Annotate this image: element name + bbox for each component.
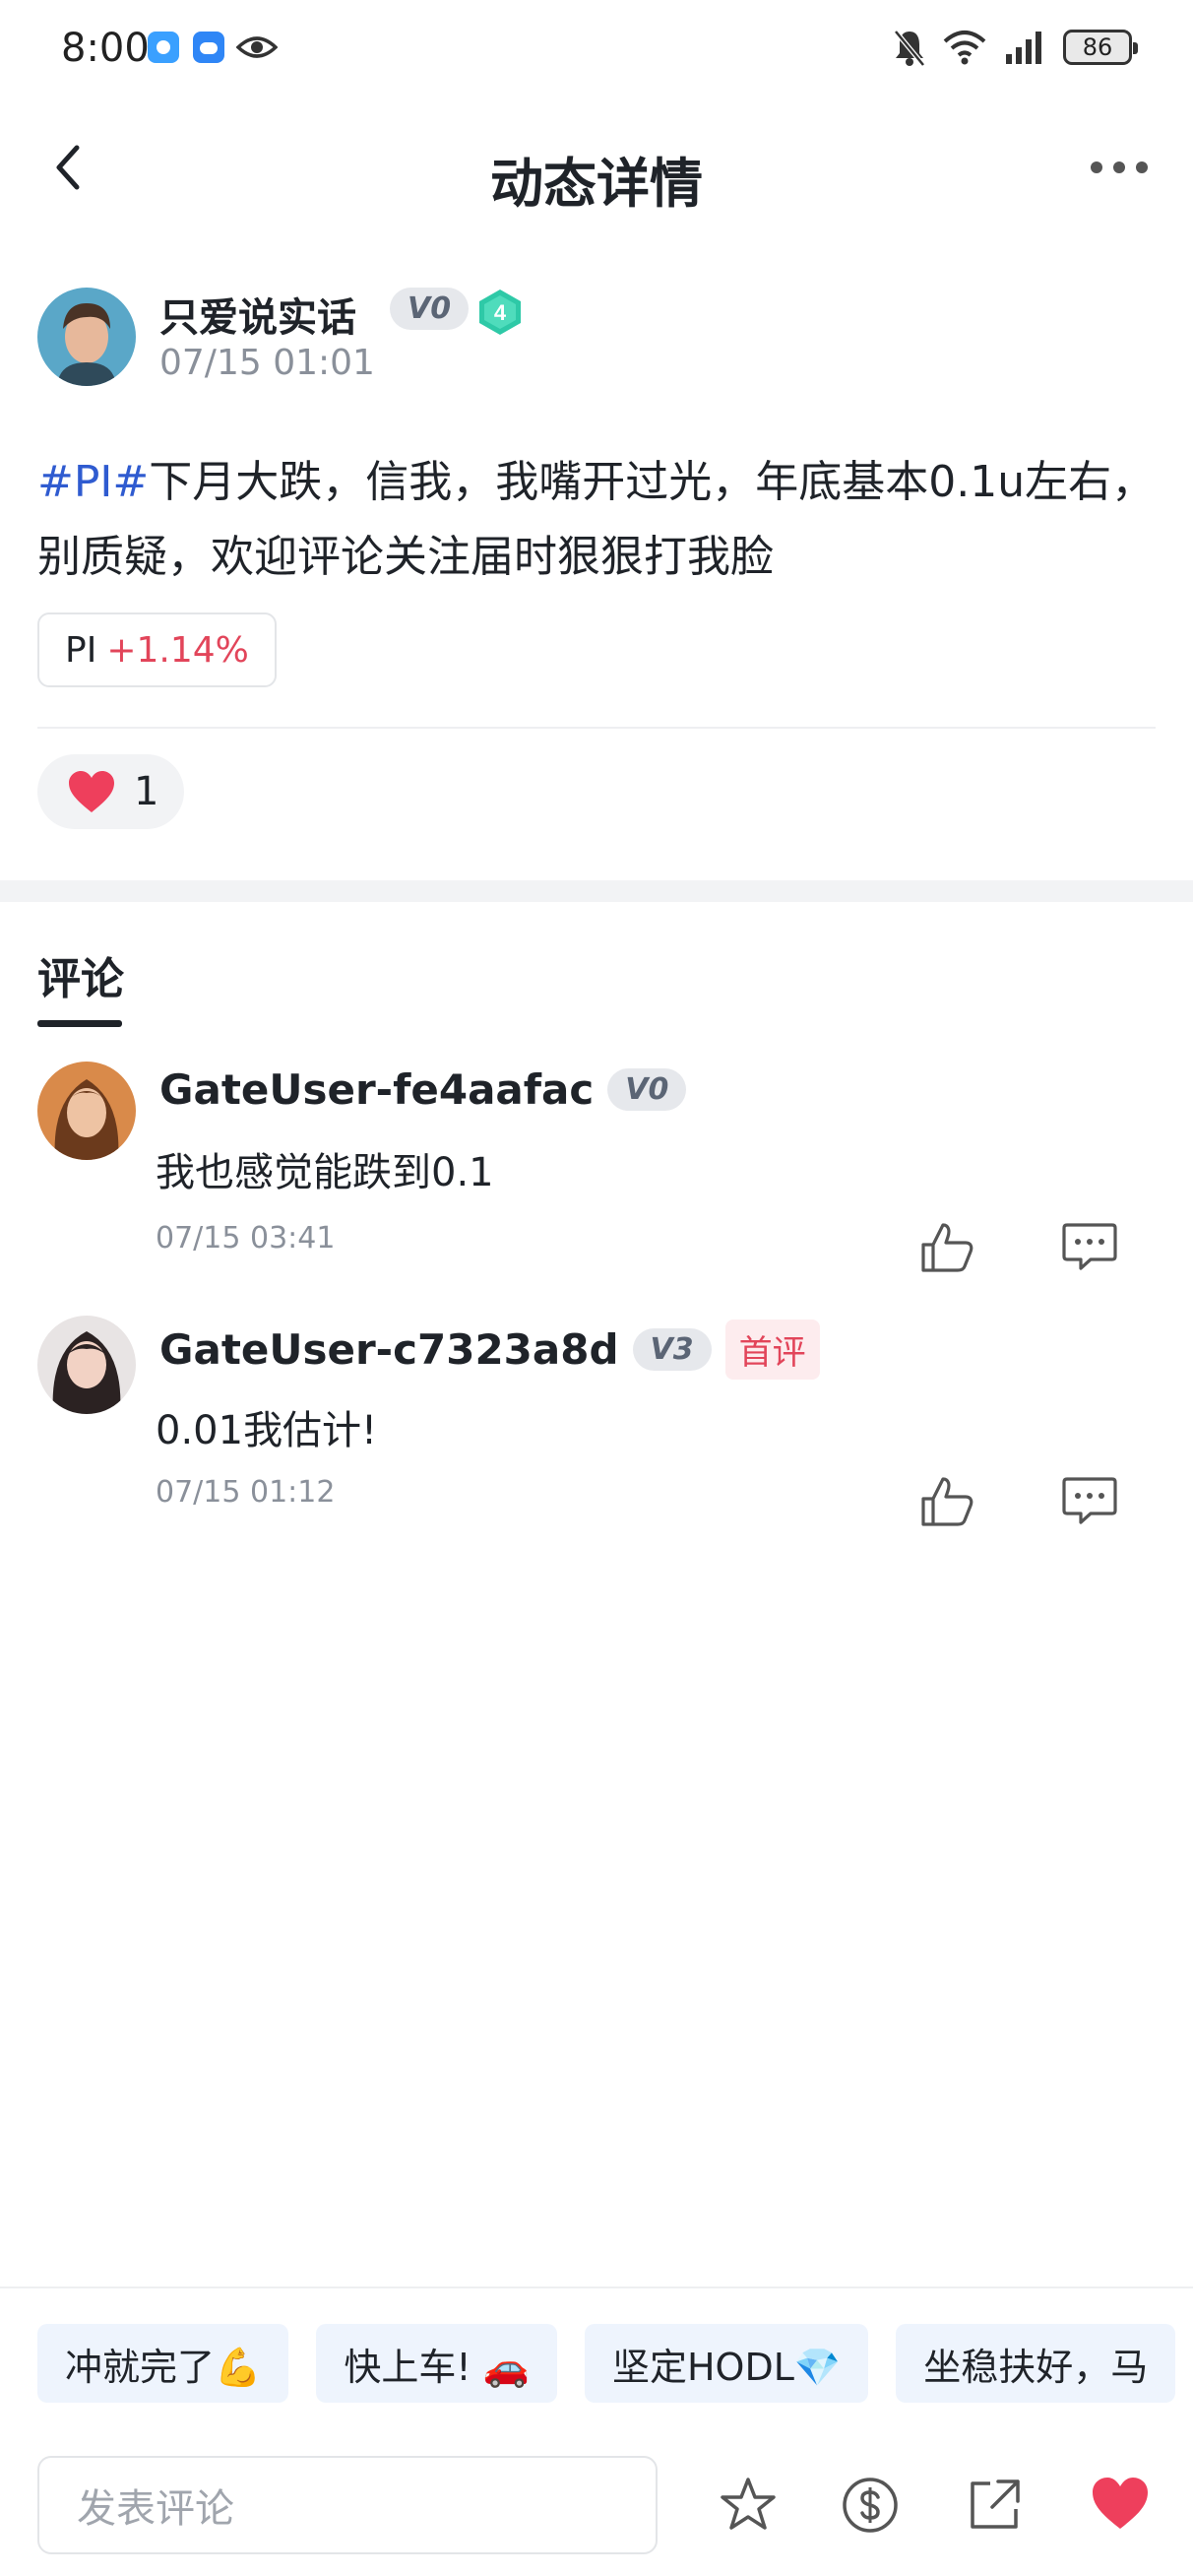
more-icon[interactable] [1091,153,1154,182]
status-time: 8:00 [61,26,150,71]
level-number: 4 [494,300,507,325]
comment-icon[interactable] [1061,1475,1118,1526]
quick-reply-chip[interactable]: 快上车! 🚗 [316,2324,557,2403]
cellular-signal-icon [1006,32,1041,64]
bottom-divider [0,2286,1193,2288]
like-count: 1 [134,769,159,814]
author-avatar[interactable] [37,288,136,386]
star-icon[interactable] [717,2474,780,2537]
heart-icon[interactable] [1089,2474,1152,2537]
vip-badge: V0 [607,1068,687,1111]
comment-time: 07/15 03:41 [156,1221,336,1256]
vip-badge: V0 [390,288,470,330]
post-text: #PI#下月大跌，信我，我嘴开过光，年底基本0.1u左右，别质疑，欢迎评论关注届… [37,445,1169,595]
weather-app-icon [193,32,224,63]
header: 动态详情 [0,108,1193,226]
commenter-name[interactable]: GateUser-c7323a8d [159,1325,619,1374]
comment-item: GateUser-c7323a8d V3 首评 0.01我估计! 07/15 0… [0,1316,1193,1552]
post-hashtag[interactable]: #PI# [37,457,149,507]
comment-input[interactable]: 发表评论 [37,2456,658,2554]
commenter-name-row: GateUser-fe4aafac V0 [159,1065,687,1114]
commenter-name[interactable]: GateUser-fe4aafac [159,1065,594,1114]
quick-reply-chip[interactable]: 坚定HODL💎 [584,2324,869,2403]
comment-icon[interactable] [1061,1221,1118,1272]
comment-time: 07/15 01:12 [156,1475,336,1510]
status-bar: 8:00 86 [0,0,1193,98]
comment-text: 0.01我估计! [156,1408,378,1453]
tip-icon[interactable] [839,2474,902,2537]
page-title: 动态详情 [490,153,703,215]
section-separator [0,880,1193,902]
coin-symbol: PI [65,629,97,671]
comment-text: 我也感觉能跌到0.1 [156,1150,494,1195]
tab-comments[interactable]: 评论 [37,943,124,1006]
commenter-avatar[interactable] [37,1062,136,1160]
battery-indicator: 86 [1063,30,1138,65]
level-badge: 4 [479,290,521,335]
divider [37,727,1156,729]
heart-icon [69,771,114,812]
comment-item: GateUser-fe4aafac V0 我也感觉能跌到0.1 07/15 03… [0,1062,1193,1298]
coin-chip[interactable]: PI +1.14% [37,612,277,687]
mute-bell-icon [894,30,925,67]
wifi-icon [943,31,986,65]
post-body: 下月大跌，信我，我嘴开过光，年底基本0.1u左右，别质疑，欢迎评论关注届时狠狠打… [37,457,1156,582]
tab-underline [37,1020,122,1027]
app-notification-icon [148,32,179,63]
vip-badge: V3 [632,1328,712,1371]
share-icon[interactable] [963,2474,1026,2537]
commenter-avatar[interactable] [37,1316,136,1414]
coin-change: +1.14% [106,629,249,671]
post-time: 07/15 01:01 [159,343,375,383]
quick-reply-chip[interactable]: 坐稳扶好，马 [896,2324,1176,2403]
eye-icon [236,36,278,58]
status-right: 86 [892,26,1138,69]
commenter-name-row: GateUser-c7323a8d V3 首评 [159,1320,820,1380]
quick-reply-chip[interactable]: 冲就完了💪 [37,2324,289,2403]
thumbs-up-icon[interactable] [919,1473,974,1528]
author-name[interactable]: 只爱说实话 [159,286,356,343]
like-button[interactable]: 1 [37,754,185,829]
first-comment-badge: 首评 [724,1320,820,1380]
quick-replies: 冲就完了💪 快上车! 🚗 坚定HODL💎 坐稳扶好，马 [37,2324,1176,2403]
thumbs-up-icon[interactable] [919,1219,974,1274]
